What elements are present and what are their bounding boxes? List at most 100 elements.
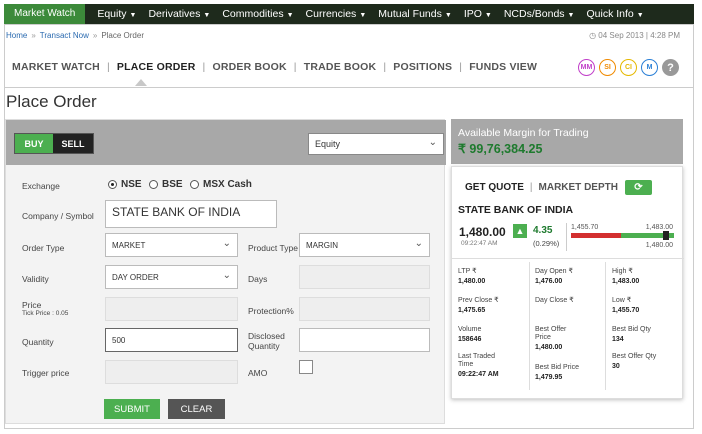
quote-price: 1,480.00 (459, 225, 506, 239)
product-type-select[interactable]: MARGIN ⌄ (299, 233, 430, 257)
order-type-select[interactable]: MARKET ⌄ (105, 233, 238, 257)
available-margin-value: ₹ 99,76,384.25 (458, 142, 543, 156)
protection-label: Protection% (248, 306, 294, 316)
nav-ncds-bonds[interactable]: NCDs/Bonds ▼ (504, 8, 575, 20)
exchange-bse-radio[interactable]: BSE (149, 179, 183, 190)
nav-quick-info[interactable]: Quick Info ▼ (586, 8, 643, 20)
best-offer-price-cell: Best Offer Price 1,480.00 (535, 326, 567, 351)
active-tab-pointer (135, 78, 147, 86)
nav-equity[interactable]: Equity ▼ (97, 8, 136, 20)
quote-panel: GET QUOTE | MARKET DEPTH ⟳ STATE BANK OF … (451, 166, 684, 399)
breadcrumb-separator-icon: » (92, 31, 98, 40)
company-label: Company / Symbol (22, 211, 94, 221)
disclosed-quantity-input[interactable] (299, 328, 430, 352)
protection-input (299, 297, 430, 321)
date-time: ◷ 04 Sep 2013 | 4:28 PM (589, 31, 680, 40)
breadcrumb: Home» Transact Now» Place Order (6, 31, 144, 40)
si-badge[interactable]: SI (599, 59, 616, 76)
nav-mutual-funds[interactable]: Mutual Funds ▼ (378, 8, 452, 20)
low-cell: Low ₹1,455.70 (612, 297, 640, 314)
tab-market-depth[interactable]: MARKET DEPTH (539, 182, 618, 193)
nav-market-watch[interactable]: Market Watch (4, 4, 86, 24)
nav-ipo[interactable]: IPO ▼ (464, 8, 492, 20)
tab-positions[interactable]: POSITIONS (393, 61, 452, 73)
available-margin-title: Available Margin for Trading (458, 127, 589, 139)
tab-market-watch[interactable]: MARKET WATCH (12, 61, 100, 73)
clear-button[interactable]: CLEAR (168, 399, 225, 419)
segment-select[interactable]: Equity ⌄ (308, 133, 444, 155)
quote-tabs: GET QUOTE | MARKET DEPTH ⟳ (465, 180, 652, 195)
buy-button[interactable]: BUY (15, 134, 53, 153)
breadcrumb-current: Place Order (101, 31, 144, 40)
sell-button[interactable]: SELL (53, 134, 93, 153)
order-tabs: MARKET WATCH | PLACE ORDER | ORDER BOOK | T… (12, 61, 538, 73)
m-badge[interactable]: M (641, 59, 658, 76)
tab-funds-view[interactable]: FUNDS VIEW (469, 61, 537, 73)
high-cell: High ₹1,483.00 (612, 268, 640, 285)
company-symbol-input[interactable]: STATE BANK OF INDIA (105, 200, 277, 228)
nav-currencies[interactable]: Currencies ▼ (306, 8, 367, 20)
caret-down-icon: ▼ (129, 12, 137, 19)
volume-cell: Volume 158646 (458, 326, 482, 343)
nav-commodities[interactable]: Commodities ▼ (222, 8, 293, 20)
breadcrumb-separator-icon: » (31, 31, 36, 40)
caret-down-icon: ▼ (359, 12, 367, 19)
range-high: 1,483.00 (645, 224, 673, 231)
divider (4, 87, 694, 88)
help-icon[interactable]: ? (662, 59, 679, 76)
days-label: Days (248, 274, 268, 284)
exchange-nse-radio[interactable]: NSE (108, 179, 142, 190)
ltp-cell: LTP ₹1,480.00 (458, 268, 486, 285)
ci-badge[interactable]: CI (620, 59, 637, 76)
up-arrow-icon: ▲ (513, 224, 527, 238)
day-close-cell: Day Close ₹ (535, 297, 574, 304)
validity-label: Validity (22, 274, 49, 284)
available-margin-panel: Available Margin for Trading ₹ 99,76,384… (451, 119, 683, 164)
order-type-label: Order Type (22, 243, 65, 253)
range-low: 1,455.70 (571, 224, 599, 231)
radio-selected-icon (108, 180, 117, 189)
amo-checkbox[interactable] (299, 360, 313, 374)
caret-down-icon: ▼ (203, 12, 211, 19)
chevron-down-icon: ⌄ (428, 137, 437, 148)
breadcrumb-transact-now[interactable]: Transact Now (40, 31, 89, 40)
days-input (299, 265, 430, 289)
clock-icon: ◷ (589, 31, 597, 40)
caret-down-icon: ▼ (567, 12, 575, 19)
exchange-msx-radio[interactable]: MSX Cash (190, 179, 252, 190)
chevron-down-icon: ⌄ (222, 238, 231, 249)
disclosed-quantity-label: Disclosed Quantity (248, 331, 285, 351)
tab-get-quote[interactable]: GET QUOTE (465, 182, 524, 193)
trigger-price-label: Trigger price (22, 368, 70, 378)
quick-badges: MM SI CI M ? (578, 59, 679, 76)
page-title: Place Order (6, 92, 97, 111)
quote-change-percent: (0.29%) (533, 239, 560, 248)
chevron-down-icon: ⌄ (414, 238, 423, 249)
day-range-bar (571, 231, 674, 240)
submit-button[interactable]: SUBMIT (104, 399, 160, 419)
exchange-label: Exchange (22, 181, 60, 191)
refresh-icon[interactable]: ⟳ (624, 180, 652, 195)
breadcrumb-home[interactable]: Home (6, 31, 27, 40)
tab-place-order[interactable]: PLACE ORDER (117, 61, 196, 73)
chevron-down-icon: ⌄ (222, 270, 231, 281)
caret-down-icon: ▼ (444, 12, 452, 19)
nav-derivatives[interactable]: Derivatives ▼ (148, 8, 210, 20)
prev-close-cell: Prev Close ₹1,475.65 (458, 297, 499, 314)
amo-label: AMO (248, 368, 268, 378)
quantity-label: Quantity (22, 337, 54, 347)
quantity-input[interactable]: 500 (105, 328, 238, 352)
range-marker (663, 231, 669, 240)
price-label: Price Tick Price : 0.05 (22, 300, 69, 317)
order-form-header: BUY SELL Equity ⌄ (6, 120, 446, 165)
last-traded-time-cell: Last Traded Time 09:22:47 AM (458, 353, 499, 378)
validity-select[interactable]: DAY ORDER ⌄ (105, 265, 238, 289)
tab-order-book[interactable]: ORDER BOOK (212, 61, 286, 73)
product-type-label: Product Type (248, 243, 298, 253)
best-bid-price-cell: Best Bid Price 1,479.95 (535, 364, 579, 381)
buy-sell-toggle: BUY SELL (14, 133, 94, 154)
price-input (105, 297, 238, 321)
mm-badge[interactable]: MM (578, 59, 595, 76)
order-form: BUY SELL Equity ⌄ Exchange NSE BSE MSX Ca… (5, 119, 446, 424)
tab-trade-book[interactable]: TRADE BOOK (304, 61, 377, 73)
